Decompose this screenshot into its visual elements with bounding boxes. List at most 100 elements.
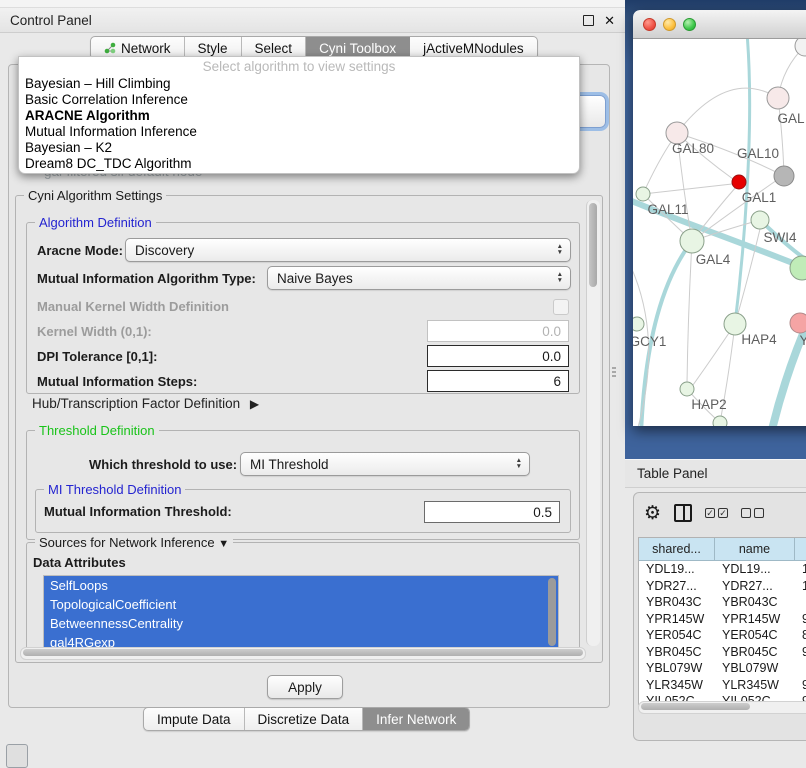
table-cell: YBL079W (715, 661, 795, 675)
unchecked-pair-icon[interactable] (741, 508, 764, 518)
dpi-tolerance-label: DPI Tolerance [0,1]: (37, 349, 157, 364)
table-cell: YBR043C (639, 595, 715, 609)
settings-vertical-scrollbar[interactable] (586, 200, 600, 646)
stepper-arrows-icon: ▲▼ (557, 239, 563, 261)
settings-horizontal-scrollbar[interactable] (20, 647, 586, 660)
collapsed-arrow-icon[interactable]: ▶ (250, 397, 259, 411)
table-cell: 9. (795, 612, 806, 626)
table-row[interactable]: YPR145WYPR145W9. (639, 611, 806, 628)
network-node-hap2[interactable] (680, 382, 694, 396)
algorithm-option-mutual-information-inference[interactable]: Mutual Information Inference (19, 124, 579, 140)
table-cell: 13... (795, 562, 806, 576)
column-header-shared[interactable]: shared... (639, 538, 715, 560)
table-row[interactable]: YDR27...YDR27...12... (639, 578, 806, 595)
panel-splitter-handle[interactable] (610, 365, 617, 379)
network-edge (643, 184, 732, 194)
network-node[interactable] (795, 39, 806, 56)
float-window-icon[interactable] (583, 15, 594, 26)
network-window-titlebar[interactable] (633, 10, 806, 39)
network-node-y[interactable] (790, 313, 806, 333)
node-table[interactable]: shared...nameA... YDL19...YDL19...13...Y… (638, 537, 806, 705)
table-row[interactable]: YBR045CYBR045C9. (639, 644, 806, 661)
which-threshold-combo[interactable]: MI Threshold ▲▼ (240, 452, 530, 476)
algorithm-definition-title: Algorithm Definition (35, 215, 156, 230)
table-row[interactable]: YLR345WYLR345W9. (639, 677, 806, 694)
table-cell: YBR045C (715, 645, 795, 659)
attributes-scrollbar[interactable] (548, 578, 556, 646)
node-label-gal1: GAL1 (742, 190, 777, 205)
mi-steps-field[interactable]: 6 (427, 370, 569, 392)
algorithm-option-basic-correlation-inference[interactable]: Basic Correlation Inference (19, 92, 579, 108)
settings-scrollbar-thumb[interactable] (589, 203, 597, 287)
table-hscrollbar-thumb[interactable] (641, 703, 750, 710)
corner-button[interactable] (6, 744, 28, 768)
table-row[interactable]: YER054CYER054C8. (639, 627, 806, 644)
network-node[interactable] (713, 416, 727, 426)
mutual-information-threshold-field[interactable]: 0.5 (424, 501, 560, 523)
network-node-gal11[interactable] (636, 187, 650, 201)
node-label-gal11: GAL11 (647, 202, 688, 217)
minimize-traffic-light-icon[interactable] (663, 18, 676, 31)
apply-button[interactable]: Apply (267, 675, 343, 699)
table-cell: YBR043C (715, 595, 795, 609)
table-row[interactable]: YDL19...YDL19...13... (639, 561, 806, 578)
bottom-tab-infer-network[interactable]: Infer Network (363, 708, 469, 730)
dpi-tolerance-field[interactable]: 0.0 (427, 345, 569, 367)
mutual-information-threshold-value: 0.5 (533, 505, 552, 520)
cyni-algorithm-settings-group: Cyni Algorithm Settings Algorithm Defini… (15, 195, 603, 663)
bottom-tab-discretize-data[interactable]: Discretize Data (245, 708, 364, 730)
aracne-mode-combo[interactable]: Discovery ▲▼ (125, 238, 571, 262)
stepper-arrows-icon: ▲▼ (516, 453, 522, 475)
data-attributes-label: Data Attributes (33, 555, 126, 570)
algorithm-option-bayesian-k2[interactable]: Bayesian – K2 (19, 140, 579, 156)
network-node-gal1[interactable] (732, 175, 746, 189)
network-edge (643, 139, 673, 194)
bottom-tab-impute-data[interactable]: Impute Data (144, 708, 245, 730)
attribute-item-topologicalcoefficient[interactable]: TopologicalCoefficient (44, 595, 558, 614)
mi-algorithm-type-combo[interactable]: Naive Bayes ▲▼ (267, 266, 571, 290)
threshold-definition-group: Threshold Definition Which threshold to … (26, 430, 580, 540)
table-row[interactable]: YBL079WYBL079W (639, 660, 806, 677)
column-header-name[interactable]: name (715, 538, 795, 560)
sources-title: Sources for Network Inference ▼ (35, 535, 233, 550)
gear-icon[interactable]: ⚙ (644, 504, 661, 523)
table-horizontal-scrollbar[interactable] (638, 701, 806, 714)
tab-label: Network (121, 41, 171, 56)
network-node[interactable] (790, 256, 806, 280)
network-node-gal[interactable] (767, 87, 789, 109)
hub-transcription-factor-section[interactable]: Hub/Transcription Factor Definition ▶ (32, 396, 259, 411)
node-label-swi4: SWI4 (763, 230, 796, 245)
table-row[interactable]: YBR043CYBR043C (639, 594, 806, 611)
algorithm-option-dream8-dc-tdc-algorithm[interactable]: Dream8 DC_TDC Algorithm (19, 156, 579, 172)
node-label-hap2: HAP2 (691, 397, 726, 412)
network-canvas[interactable]: GALGAL80GAL10GAL1SWI4GAL11GAL4GCY1HAP4YH… (633, 39, 806, 426)
network-node-gcy1[interactable] (633, 317, 644, 331)
network-window[interactable]: GALGAL80GAL10GAL1SWI4GAL11GAL4GCY1HAP4YH… (633, 10, 806, 426)
column-header-a[interactable]: A... (795, 538, 806, 560)
network-node-gal4[interactable] (680, 229, 704, 253)
network-node-gal10[interactable] (774, 166, 794, 186)
close-icon[interactable]: ✕ (604, 14, 615, 27)
node-label-gcy1: GCY1 (633, 334, 666, 349)
algorithm-option-bayesian-hill-climbing[interactable]: Bayesian – Hill Climbing (19, 76, 579, 92)
kernel-width-field[interactable]: 0.0 (427, 320, 569, 342)
table-cell: YER054C (715, 628, 795, 642)
attribute-item-selfloops[interactable]: SelfLoops (44, 576, 558, 595)
kernel-width-value: 0.0 (542, 324, 561, 339)
attribute-item-betweennesscentrality[interactable]: BetweennessCentrality (44, 614, 558, 633)
table-cell: YDL19... (715, 562, 795, 576)
checked-pair-icon[interactable]: ✓✓ (705, 508, 728, 518)
manual-kernel-width-checkbox[interactable] (553, 299, 569, 315)
close-traffic-light-icon[interactable] (643, 18, 656, 31)
bottom-tabbar: Impute DataDiscretize DataInfer Network (143, 707, 470, 731)
columns-icon[interactable] (674, 504, 692, 522)
table-cell: 9. (795, 678, 806, 692)
expanded-arrow-icon[interactable]: ▼ (218, 538, 229, 550)
settings-hscrollbar-thumb[interactable] (23, 649, 583, 656)
hub-transcription-factor-label: Hub/Transcription Factor Definition (32, 396, 240, 411)
data-attributes-list[interactable]: SelfLoopsTopologicalCoefficientBetweenne… (43, 575, 559, 649)
zoom-traffic-light-icon[interactable] (683, 18, 696, 31)
algorithm-option-aracne-algorithm[interactable]: ARACNE Algorithm (19, 108, 579, 124)
table-cell: YPR145W (639, 612, 715, 626)
network-node-swi4[interactable] (751, 211, 769, 229)
